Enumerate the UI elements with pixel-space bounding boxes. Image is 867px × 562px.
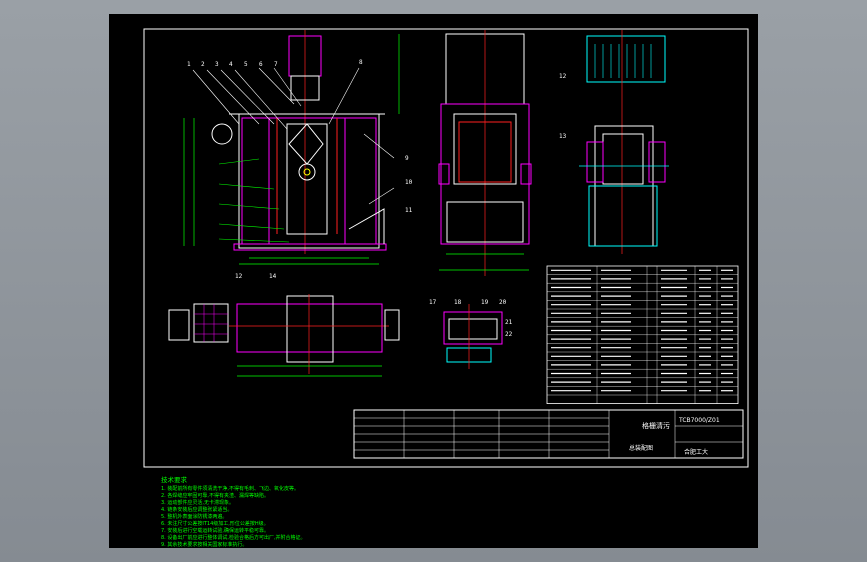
balloon-label: 9 <box>405 155 409 162</box>
note-8: 8. 设备出厂前应进行整体调试,检验合格后方可出厂,并附合格证。 <box>161 534 306 541</box>
scale-note: 总装配图 <box>629 444 653 452</box>
balloon-labels: 1 2 3 4 5 6 7 891011121312 1417 18 19 202122 <box>187 59 567 338</box>
balloon-label: 10 <box>405 179 413 186</box>
note-1: 1. 装配前所有零件须清洗干净,不得有毛刺、飞边、氧化皮等。 <box>161 485 299 492</box>
balloon-label: 4 <box>229 61 233 68</box>
balloon-label: 12 <box>559 73 567 80</box>
note-9: 9. 其余技术要求按相关国家标准执行。 <box>161 541 247 548</box>
part-number: TCB7000/Z01 <box>678 417 720 424</box>
note-4: 4. 链条安装后应调整张紧适当。 <box>161 506 232 513</box>
side-view <box>438 30 532 276</box>
note-2: 2. 各焊缝应牢固可靠,不得有夹渣、漏焊等缺陷。 <box>161 492 269 499</box>
note-7: 7. 安装后进行空载运转试验,确保运转平稳可靠。 <box>161 527 269 534</box>
balloon-label: 14 <box>269 273 277 280</box>
balloon-label: 21 <box>505 319 513 326</box>
plan-view <box>168 294 400 377</box>
note-5: 5. 整机外表面涂防锈漆两遍。 <box>161 513 227 520</box>
bom-table <box>546 265 739 405</box>
note-6: 6. 未注尺寸公差按IT14级加工,形位公差按H级。 <box>161 520 269 527</box>
balloon-label: 2 <box>201 61 205 68</box>
right-view <box>579 30 669 254</box>
note-3: 3. 运动部件应灵活,无卡滞现象。 <box>161 499 234 506</box>
stamp: 合肥工大 <box>684 448 708 456</box>
title-block: 格栅清污 TCB7000/Z01 合肥工大 总装配图 <box>353 409 744 459</box>
balloon-label: 18 <box>454 299 462 306</box>
cad-drawing: 格栅清污 TCB7000/Z01 合肥工大 总装配图 技术要求 1. 装配前所有… <box>143 28 749 548</box>
balloon-label: 11 <box>405 207 413 214</box>
balloon-label: 22 <box>505 331 513 338</box>
balloon-label: 19 <box>481 299 489 306</box>
balloon-label: 7 <box>274 61 278 68</box>
balloon-label: 1 <box>187 61 191 68</box>
balloon-label: 8 <box>359 59 363 66</box>
balloon-label: 13 <box>559 133 567 140</box>
note-0: 技术要求 <box>161 475 188 484</box>
drawing-canvas[interactable]: 格栅清污 TCB7000/Z01 合肥工大 总装配图 技术要求 1. 装配前所有… <box>109 14 758 548</box>
balloon-label: 3 <box>215 61 219 68</box>
detail-view <box>443 304 503 369</box>
balloon-label: 5 <box>244 61 248 68</box>
technical-notes: 技术要求 1. 装配前所有零件须清洗干净,不得有毛刺、飞边、氧化皮等。 2. 各… <box>161 475 306 548</box>
balloon-label: 12 <box>235 273 243 280</box>
balloon-label: 20 <box>499 299 507 306</box>
cad-viewer: 格栅清污 TCB7000/Z01 合肥工大 总装配图 技术要求 1. 装配前所有… <box>0 0 867 562</box>
drawing-title: 格栅清污 <box>642 421 670 430</box>
balloon-label: 17 <box>429 299 437 306</box>
balloon-label: 6 <box>259 61 263 68</box>
